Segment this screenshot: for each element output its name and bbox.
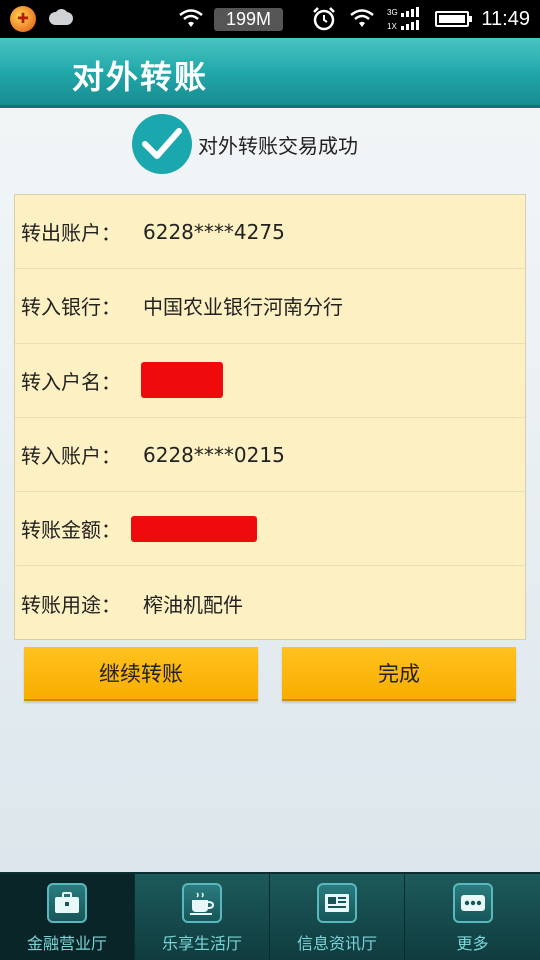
nav-item-more[interactable]: 更多	[405, 874, 540, 960]
cellular-signal-icon: 3G 1X	[387, 6, 423, 32]
detail-label: 转入银行：	[21, 295, 121, 320]
wifi-icon	[178, 9, 204, 29]
coffee-cup-icon	[182, 883, 222, 923]
weather-cloud-icon	[46, 9, 76, 29]
nav-item-finance-hall[interactable]: 金融营业厅	[0, 874, 135, 960]
success-check-icon	[132, 114, 192, 174]
success-banner: 对外转账交易成功	[132, 114, 358, 174]
detail-row-to-name: 转入户名：	[15, 344, 525, 418]
success-message: 对外转账交易成功	[198, 133, 358, 158]
detail-value: 6228****4275	[143, 219, 285, 244]
detail-row-amount: 转账金额：	[15, 492, 525, 567]
page-title: 对外转账	[72, 58, 209, 96]
transfer-details-panel: 转出账户： 6228****4275 转入银行： 中国农业银行河南分行 转入户名…	[14, 194, 526, 640]
alarm-clock-icon	[311, 6, 337, 32]
detail-row-purpose: 转账用途： 榨油机配件	[15, 566, 525, 640]
nav-item-life-hall[interactable]: 乐享生活厅	[135, 874, 270, 960]
status-bar: ✚ 199M 3G 1X 11:49	[0, 0, 540, 38]
nav-label: 金融营业厅	[26, 934, 107, 953]
battery-icon	[435, 11, 473, 27]
nav-item-info-hall[interactable]: 信息资讯厅	[270, 874, 405, 960]
detail-label: 转账金额：	[21, 518, 121, 543]
detail-label: 转入账户：	[21, 444, 121, 469]
newspaper-icon	[317, 883, 357, 923]
detail-row-to-account: 转入账户： 6228****0215	[15, 418, 525, 493]
memory-badge: 199M	[214, 7, 284, 31]
redaction-mark	[141, 362, 223, 399]
continue-transfer-button[interactable]: 继续转账	[24, 647, 258, 701]
briefcase-icon	[47, 883, 87, 923]
detail-label: 转出账户：	[21, 221, 121, 246]
more-dots-icon	[452, 883, 493, 923]
app-notification-icon: ✚	[10, 6, 36, 32]
wifi-signal-icon	[349, 9, 375, 29]
detail-label: 转入户名：	[21, 369, 121, 394]
clock-time: 11:49	[481, 7, 530, 30]
detail-label: 转账用途：	[21, 593, 121, 618]
redaction-mark	[131, 515, 257, 542]
done-button[interactable]: 完成	[282, 647, 516, 701]
detail-value: 6228****0215	[143, 442, 285, 467]
bottom-nav: 金融营业厅 乐享生活厅 信息资讯厅 更多	[0, 872, 540, 960]
nav-label: 更多	[456, 934, 489, 953]
svg-text:1X: 1X	[387, 22, 397, 31]
app-header: 对外转账	[0, 38, 540, 108]
detail-row-to-bank: 转入银行： 中国农业银行河南分行	[15, 269, 525, 344]
detail-value: 中国农业银行河南分行	[143, 295, 343, 320]
detail-value: 榨油机配件	[143, 593, 243, 618]
detail-row-from-account: 转出账户： 6228****4275	[15, 195, 525, 270]
svg-text:3G: 3G	[387, 8, 398, 17]
nav-label: 乐享生活厅	[161, 934, 242, 953]
nav-label: 信息资讯厅	[296, 934, 377, 953]
